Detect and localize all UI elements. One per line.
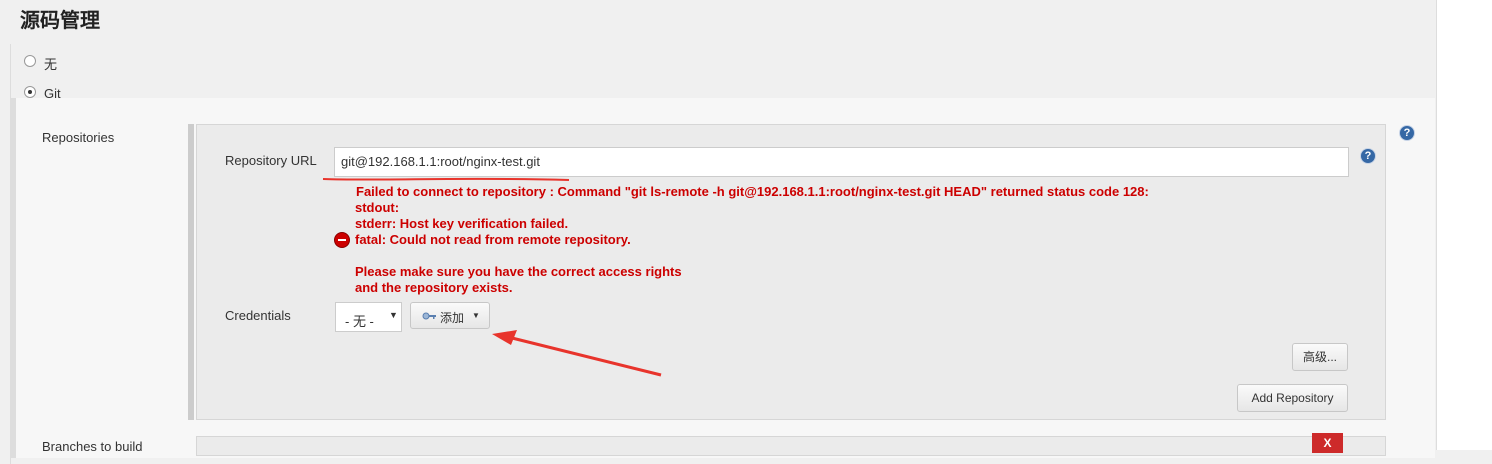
git-config-indent-bar bbox=[10, 98, 16, 458]
repository-url-label: Repository URL bbox=[225, 153, 317, 168]
branches-panel bbox=[196, 436, 1386, 456]
repositories-label: Repositories bbox=[42, 130, 115, 145]
error-line-4: fatal: Could not read from remote reposi… bbox=[355, 232, 631, 247]
add-credentials-button[interactable]: 添加 ▼ bbox=[410, 302, 490, 329]
advanced-button[interactable]: 高级... bbox=[1292, 343, 1348, 371]
caret-down-icon: ▼ bbox=[472, 311, 480, 320]
add-credentials-label: 添加 bbox=[440, 311, 465, 325]
url-annotation-underline bbox=[322, 177, 570, 181]
annotation-arrow bbox=[492, 330, 662, 377]
right-edge-divider bbox=[1436, 0, 1437, 450]
add-repository-button[interactable]: Add Repository bbox=[1237, 384, 1348, 412]
repository-url-help-icon[interactable]: ? bbox=[1361, 149, 1375, 163]
radio-none-label: 无 bbox=[44, 57, 58, 72]
error-icon bbox=[335, 233, 349, 247]
error-line-3: stderr: Host key verification failed. bbox=[355, 216, 569, 231]
radio-git[interactable] bbox=[24, 86, 36, 98]
error-line-1: Failed to connect to repository : Comman… bbox=[356, 184, 1149, 199]
page-title: 源码管理 bbox=[20, 10, 100, 32]
error-line-2: stdout: bbox=[355, 200, 400, 215]
credentials-select-value: - 无 - bbox=[345, 314, 374, 329]
repository-panel-bar bbox=[188, 124, 194, 420]
key-icon bbox=[422, 312, 436, 320]
credentials-select[interactable]: - 无 - ▼ bbox=[335, 302, 402, 332]
chevron-down-icon: ▼ bbox=[389, 310, 398, 320]
repository-url-input[interactable]: git@192.168.1.1:root/nginx-test.git bbox=[334, 147, 1349, 177]
credentials-label: Credentials bbox=[225, 308, 291, 323]
delete-branch-button[interactable]: X bbox=[1312, 433, 1343, 453]
right-margin bbox=[1437, 0, 1492, 450]
branches-label: Branches to build bbox=[42, 439, 143, 454]
error-line-6: Please make sure you have the correct ac… bbox=[355, 264, 682, 279]
repositories-help-icon[interactable]: ? bbox=[1400, 126, 1414, 140]
radio-none[interactable] bbox=[24, 55, 36, 67]
error-line-7: and the repository exists. bbox=[355, 280, 513, 295]
